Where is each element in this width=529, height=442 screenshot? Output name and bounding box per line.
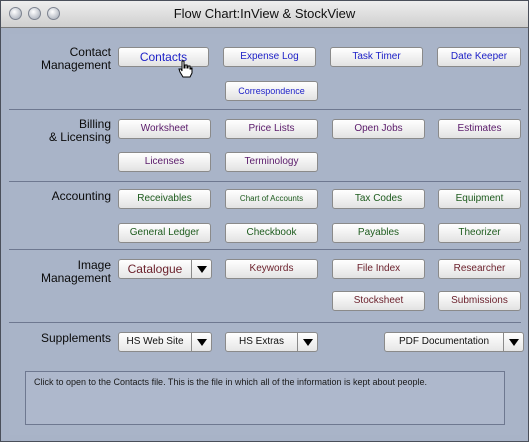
hand-cursor-icon: [178, 60, 193, 78]
catalogue-dropdown-label: Catalogue: [127, 262, 183, 276]
hs-extras-dropdown[interactable]: HS Extras: [225, 332, 318, 352]
hs-web-site-label: HS Web Site: [126, 336, 184, 347]
payables-button[interactable]: Payables: [332, 223, 425, 243]
contacts-button[interactable]: Contacts: [118, 47, 209, 67]
section-accounting: Accounting Receivables Chart of Accounts…: [9, 181, 521, 250]
hs-web-site-dropdown[interactable]: HS Web Site: [118, 332, 212, 352]
status-message: Click to open to the Contacts file. This…: [25, 371, 505, 425]
catalogue-dropdown[interactable]: Catalogue: [118, 259, 212, 279]
billing-label-line2: & Licensing: [48, 130, 111, 144]
worksheet-button[interactable]: Worksheet: [118, 119, 211, 139]
theorizer-button[interactable]: Theorizer: [438, 223, 521, 243]
title-bar: Flow Chart:InView & StockView: [1, 1, 528, 28]
receivables-button[interactable]: Receivables: [118, 189, 211, 209]
tax-codes-button[interactable]: Tax Codes: [332, 189, 425, 209]
window-title: Flow Chart:InView & StockView: [173, 6, 356, 21]
dropdown-arrow-icon: [297, 333, 318, 351]
dropdown-arrow-icon: [191, 260, 212, 278]
checkbook-button[interactable]: Checkbook: [225, 223, 318, 243]
hs-extras-label: HS Extras: [238, 336, 284, 347]
dropdown-arrow-icon: [503, 333, 524, 351]
image-label: Image Management: [19, 259, 111, 285]
estimates-button[interactable]: Estimates: [438, 119, 521, 139]
flowchart-window: Flow Chart:InView & StockView Contact Ma…: [0, 0, 529, 442]
contact-label-line2: Management: [40, 58, 111, 72]
researcher-button[interactable]: Researcher: [438, 259, 521, 279]
licenses-button[interactable]: Licenses: [118, 152, 211, 172]
open-jobs-button[interactable]: Open Jobs: [332, 119, 425, 139]
file-index-button[interactable]: File Index: [332, 259, 425, 279]
pdf-documentation-dropdown[interactable]: PDF Documentation: [384, 332, 524, 352]
section-billing-licensing: Billing & Licensing Worksheet Price List…: [9, 109, 521, 182]
dropdown-arrow-icon: [191, 333, 212, 351]
image-label-line2: Management: [40, 271, 111, 285]
task-timer-button[interactable]: Task Timer: [330, 47, 423, 67]
submissions-button[interactable]: Submissions: [438, 291, 521, 311]
correspondence-button[interactable]: Correspondence: [225, 81, 318, 101]
general-ledger-button[interactable]: General Ledger: [118, 223, 211, 243]
equipment-button[interactable]: Equipment: [438, 189, 521, 209]
terminology-button[interactable]: Terminology: [225, 152, 318, 172]
pdf-documentation-label: PDF Documentation: [398, 336, 490, 347]
contact-label: Contact Management: [19, 46, 111, 72]
chart-of-accounts-button[interactable]: Chart of Accounts: [225, 189, 318, 209]
section-image-management: Image Management Catalogue Keywords File…: [9, 249, 521, 323]
price-lists-button[interactable]: Price Lists: [225, 119, 318, 139]
stocksheet-button[interactable]: Stocksheet: [332, 291, 425, 311]
billing-label: Billing & Licensing: [19, 118, 111, 144]
expense-log-button[interactable]: Expense Log: [223, 47, 316, 67]
section-contact-management: Contact Management Contacts Expense Log …: [9, 34, 521, 109]
accounting-label: Accounting: [51, 189, 111, 203]
date-keeper-button[interactable]: Date Keeper: [437, 47, 521, 67]
supplements-label: Supplements: [40, 331, 111, 345]
keywords-button[interactable]: Keywords: [225, 259, 318, 279]
